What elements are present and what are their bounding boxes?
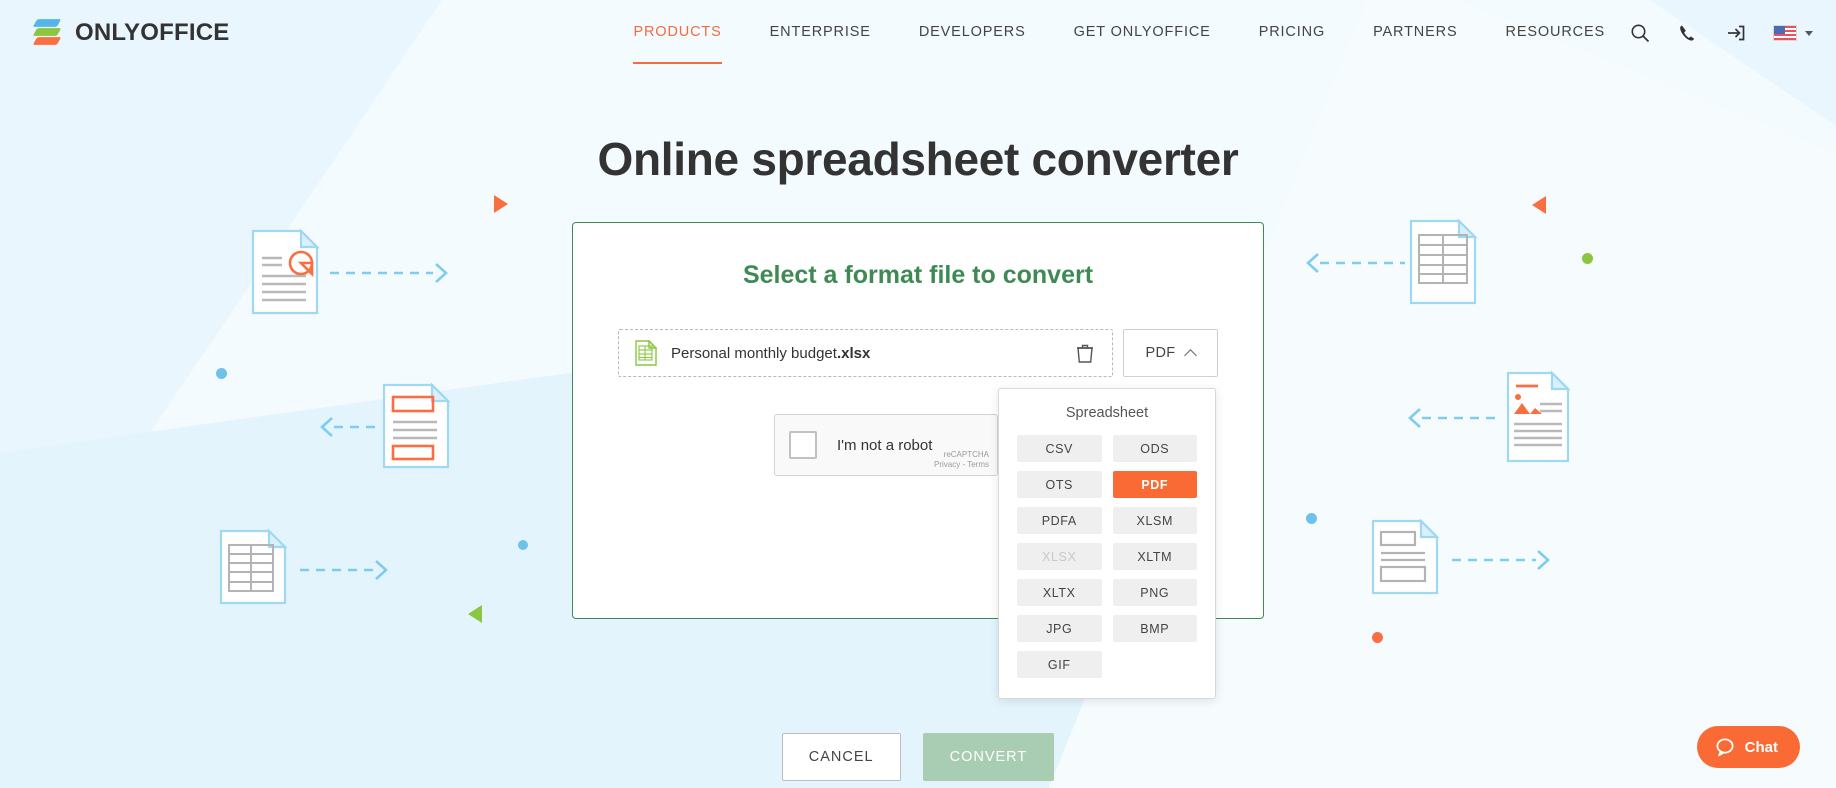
main-nav: PRODUCTS ENTERPRISE DEVELOPERS GET ONLYO… — [609, 2, 1629, 64]
file-name-ext: .xlsx — [836, 344, 871, 362]
decoration-triangle-orange-left — [1532, 196, 1546, 214]
nav-label: ENTERPRISE — [769, 24, 871, 40]
chevron-down-icon — [1805, 30, 1813, 36]
site-header: ONLYOFFICE PRODUCTS ENTERPRISE DEVELOPER… — [0, 0, 1836, 66]
page-title: Online spreadsheet converter — [597, 133, 1239, 185]
decoration-spreadsheet-left — [219, 528, 388, 605]
nav-label: GET ONLYOFFICE — [1073, 24, 1211, 40]
format-option-csv[interactable]: CSV — [1017, 435, 1102, 462]
decoration-dot-green-1 — [1582, 253, 1593, 264]
format-option-pdfa[interactable]: PDFA — [1017, 507, 1102, 534]
dropdown-group-title: Spreadsheet — [1065, 405, 1149, 421]
file-name-base: Personal monthly budget — [671, 344, 837, 362]
format-option-xlsx: XLSX — [1017, 543, 1102, 570]
nav-item-partners[interactable]: PARTNERS — [1349, 2, 1481, 64]
logo[interactable]: ONLYOFFICE — [30, 18, 229, 48]
format-select-label: PDF — [1145, 345, 1176, 361]
nav-item-resources[interactable]: RESOURCES — [1482, 2, 1630, 64]
card-actions: CANCEL CONVERT — [573, 733, 1263, 781]
format-option-ods[interactable]: ODS — [1112, 435, 1197, 462]
chevron-up-icon — [1184, 348, 1198, 362]
format-option-pdf[interactable]: PDF — [1112, 471, 1197, 498]
format-dropdown: Spreadsheet CSV ODS OTS PDF PDFA XLSM XL… — [998, 388, 1216, 699]
format-option-png[interactable]: PNG — [1112, 579, 1197, 606]
nav-item-get-onlyoffice[interactable]: GET ONLYOFFICE — [1050, 2, 1235, 64]
recaptcha-checkbox[interactable] — [789, 431, 817, 459]
spreadsheet-file-icon — [635, 340, 657, 366]
header-tools — [1629, 22, 1819, 44]
recaptcha-widget[interactable]: I'm not a robot reCAPTCHA Privacy - Term… — [774, 414, 998, 476]
chat-button[interactable]: Chat — [1696, 726, 1800, 768]
decoration-dot-blue-1 — [216, 368, 227, 379]
decoration-document-chart — [251, 228, 448, 315]
convert-button: CONVERT — [922, 733, 1055, 781]
nav-label: PRICING — [1258, 24, 1326, 40]
format-option-bmp[interactable]: BMP — [1112, 615, 1197, 642]
decoration-document-right — [1371, 518, 1550, 595]
nav-label: RESOURCES — [1505, 24, 1605, 40]
chat-label: Chat — [1744, 738, 1778, 756]
recaptcha-brand-name: reCAPTCHA — [943, 450, 989, 459]
nav-item-developers[interactable]: DEVELOPERS — [895, 2, 1050, 64]
logo-text: ONLYOFFICE — [75, 19, 230, 46]
format-option-xltm[interactable]: XLTM — [1112, 543, 1197, 570]
nav-label: DEVELOPERS — [918, 24, 1026, 40]
file-drop-box[interactable]: Personal monthly budget.xlsx — [618, 329, 1113, 377]
flag-us-icon — [1773, 25, 1797, 41]
format-option-jpg[interactable]: JPG — [1017, 615, 1102, 642]
decoration-document-text — [320, 382, 451, 469]
format-option-ots[interactable]: OTS — [1017, 471, 1102, 498]
decoration-triangle-orange-right — [494, 195, 508, 213]
language-selector[interactable] — [1773, 25, 1813, 41]
format-option-grid: CSV ODS OTS PDF PDFA XLSM XLSX XLTM XLTX… — [1017, 435, 1197, 678]
file-name: Personal monthly budget.xlsx — [671, 345, 870, 362]
format-option-gif[interactable]: GIF — [1017, 651, 1102, 678]
format-select-button[interactable]: PDF — [1123, 329, 1218, 377]
nav-label: PARTNERS — [1373, 24, 1458, 40]
format-option-xlsm[interactable]: XLSM — [1112, 507, 1197, 534]
recaptcha-branding: reCAPTCHA Privacy - Terms — [934, 450, 989, 470]
decoration-document-image — [1408, 370, 1571, 463]
decoration-dot-blue-3 — [1306, 513, 1317, 524]
cancel-button[interactable]: CANCEL — [781, 733, 901, 781]
nav-item-products[interactable]: PRODUCTS — [609, 2, 745, 64]
trash-icon[interactable] — [1074, 342, 1096, 364]
recaptcha-label: I'm not a robot — [837, 436, 933, 454]
file-row: Personal monthly budget.xlsx PDF — [618, 329, 1218, 377]
nav-item-pricing[interactable]: PRICING — [1235, 2, 1349, 64]
card-title: Select a format file to convert — [742, 261, 1094, 289]
chat-bubble-icon — [1716, 738, 1734, 757]
decoration-spreadsheet-right — [1306, 218, 1478, 305]
decoration-triangle-green-left — [468, 605, 482, 623]
nav-item-enterprise[interactable]: ENTERPRISE — [746, 2, 895, 64]
onlyoffice-layers-logo-icon — [30, 18, 64, 48]
recaptcha-legal: Privacy - Terms — [934, 460, 989, 469]
phone-icon[interactable] — [1677, 22, 1699, 44]
format-option-xltx[interactable]: XLTX — [1017, 579, 1102, 606]
nav-label: PRODUCTS — [633, 24, 722, 40]
decoration-dot-orange-1 — [1372, 632, 1383, 643]
search-icon[interactable] — [1629, 22, 1651, 44]
decoration-dot-blue-2 — [518, 540, 528, 550]
sign-in-icon[interactable] — [1725, 22, 1747, 44]
